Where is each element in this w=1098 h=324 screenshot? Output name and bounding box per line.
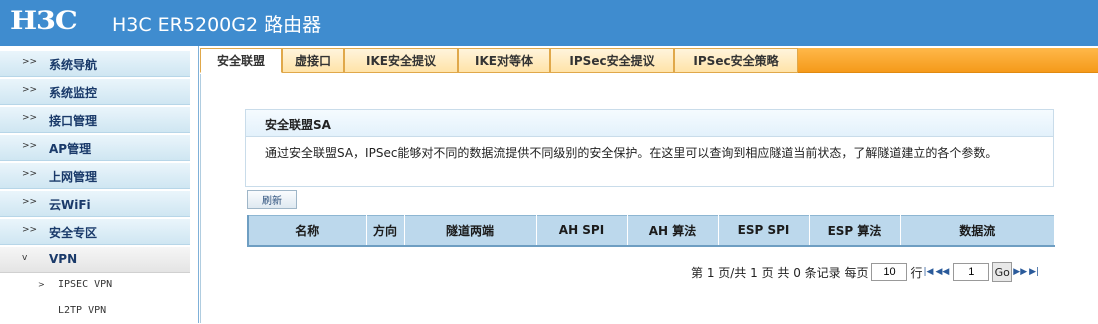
- sidebar-item-system-nav[interactable]: >> 系统导航: [0, 51, 190, 77]
- column-header-data-flow: 数据流: [899, 215, 1055, 247]
- tab-ipsec-policy[interactable]: IPSec安全策略: [674, 48, 798, 73]
- sidebar-item-label: 安全专区: [49, 226, 98, 240]
- expand-arrow-icon: >>: [22, 225, 38, 235]
- sidebar-item-internet-mgmt[interactable]: >> 上网管理: [0, 163, 190, 189]
- column-header-esp-spi: ESP SPI: [717, 215, 810, 247]
- pagination: 第 1 页/共 1 页 共 0 条记录 每页 行 |◀ ◀◀ Go ▶▶ ▶|: [691, 262, 1040, 282]
- expand-arrow-icon: >>: [22, 169, 38, 179]
- sidebar-item-cloud-wifi[interactable]: >> 云WiFi: [0, 191, 190, 217]
- sidebar-item-label: 上网管理: [49, 170, 98, 184]
- sidebar-item-label: 接口管理: [49, 114, 98, 128]
- sidebar-item-label: 系统监控: [49, 86, 98, 100]
- sidebar-subitem-l2tp-vpn[interactable]: L2TP VPN: [0, 300, 190, 324]
- expand-arrow-icon: >>: [22, 57, 38, 67]
- pager-summary: 第 1 页/共 1 页 共 0 条记录 每页: [691, 265, 869, 280]
- sidebar-item-label: 系统导航: [49, 58, 98, 72]
- next-page-icon[interactable]: ▶▶: [1013, 267, 1027, 277]
- column-header-esp-algorithm: ESP 算法: [808, 215, 901, 247]
- first-page-icon[interactable]: |◀: [923, 267, 933, 277]
- expand-arrow-icon: >>: [22, 197, 38, 207]
- tab-ike-peer[interactable]: IKE对等体: [458, 48, 550, 73]
- panel-title: 安全联盟SA: [246, 110, 1053, 137]
- prev-page-icon[interactable]: ◀◀: [935, 267, 949, 277]
- tab-ipsec-proposal[interactable]: IPSec安全提议: [550, 48, 674, 73]
- refresh-button[interactable]: 刷新: [247, 190, 297, 209]
- collapse-arrow-icon: v: [22, 253, 28, 263]
- sidebar-subitem-label: IPSEC VPN: [58, 279, 113, 290]
- tab-virtual-interface[interactable]: 虚接口: [282, 48, 344, 73]
- rows-per-page-input[interactable]: [871, 263, 908, 281]
- column-header-name: 名称: [247, 215, 367, 247]
- header-bar: H3C H3C ER5200G2 路由器: [0, 0, 1098, 46]
- sidebar-item-label: AP管理: [49, 142, 92, 156]
- main-content: 安全联盟SA 通过安全联盟SA，IPSec能够对不同的数据流提供不同级别的安全保…: [200, 74, 1098, 323]
- sidebar-item-ap-mgmt[interactable]: >> AP管理: [0, 135, 190, 161]
- sa-info-panel: 安全联盟SA 通过安全联盟SA，IPSec能够对不同的数据流提供不同级别的安全保…: [245, 109, 1054, 187]
- sidebar-item-security[interactable]: >> 安全专区: [0, 219, 190, 245]
- column-header-ah-algorithm: AH 算法: [626, 215, 719, 247]
- tab-ike-proposal[interactable]: IKE安全提议: [344, 48, 458, 73]
- column-header-tunnel-ends: 隧道两端: [403, 215, 537, 247]
- table-header-row: 名称 方向 隧道两端 AH SPI AH 算法 ESP SPI ESP 算法 数…: [247, 215, 1055, 247]
- brand-logo: H3C: [10, 6, 78, 35]
- sidebar-item-vpn[interactable]: v VPN: [0, 247, 190, 273]
- tab-bar: 安全联盟 虚接口 IKE安全提议 IKE对等体 IPSec安全提议 IPSec安…: [200, 48, 1098, 73]
- panel-description: 通过安全联盟SA，IPSec能够对不同的数据流提供不同级别的安全保护。在这里可以…: [265, 146, 998, 160]
- column-header-direction: 方向: [365, 215, 405, 247]
- sidebar: >> 系统导航 >> 系统监控 >> 接口管理 >> AP管理 >> 上网管理 …: [0, 46, 199, 323]
- current-item-arrow-icon: >: [38, 280, 45, 289]
- expand-arrow-icon: >>: [22, 85, 38, 95]
- sidebar-item-system-monitor[interactable]: >> 系统监控: [0, 79, 190, 105]
- expand-arrow-icon: >>: [22, 113, 38, 123]
- sidebar-item-label: VPN: [49, 252, 78, 266]
- sidebar-subitem-ipsec-vpn[interactable]: > IPSEC VPN: [0, 274, 190, 298]
- go-button[interactable]: Go: [992, 262, 1013, 282]
- column-header-ah-spi: AH SPI: [535, 215, 628, 247]
- app-title: H3C ER5200G2 路由器: [112, 14, 322, 36]
- expand-arrow-icon: >>: [22, 141, 38, 151]
- sidebar-subitem-label: L2TP VPN: [58, 305, 107, 316]
- last-page-icon[interactable]: ▶|: [1029, 267, 1039, 277]
- sa-table: 名称 方向 隧道两端 AH SPI AH 算法 ESP SPI ESP 算法 数…: [247, 215, 1055, 247]
- rows-label: 行: [910, 265, 923, 280]
- sidebar-item-interface-mgmt[interactable]: >> 接口管理: [0, 107, 190, 133]
- tab-security-association[interactable]: 安全联盟: [200, 48, 282, 73]
- page-number-input[interactable]: [953, 263, 990, 281]
- sidebar-item-label: 云WiFi: [49, 198, 91, 212]
